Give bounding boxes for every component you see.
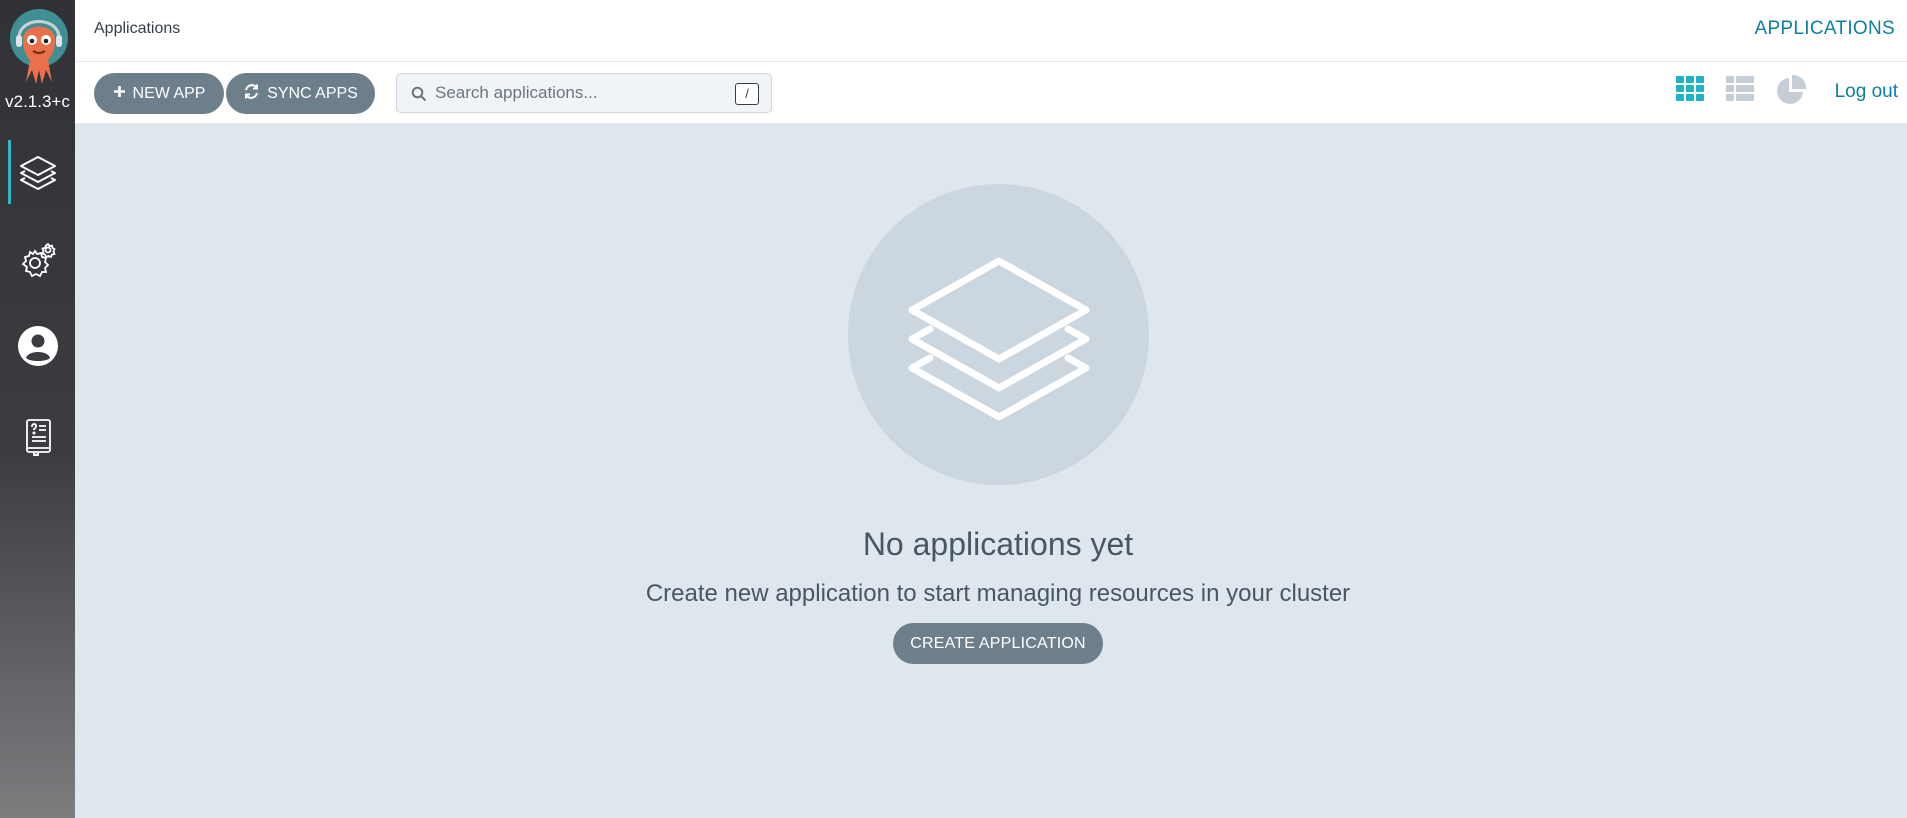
new-app-label: NEW APP	[132, 84, 206, 102]
new-app-button[interactable]: NEW APP	[94, 73, 224, 114]
empty-state-title: No applications yet	[862, 526, 1134, 562]
user-circle-icon	[17, 325, 59, 367]
page-title: APPLICATIONS	[1754, 18, 1895, 39]
tiles-view-icon[interactable]	[1675, 74, 1705, 109]
sync-apps-label: SYNC APPS	[267, 84, 358, 102]
empty-state-illustration	[848, 184, 1149, 485]
sync-icon	[243, 83, 260, 105]
layers-icon	[18, 152, 58, 192]
sync-apps-button[interactable]: SYNC APPS	[226, 73, 375, 114]
docs-book-icon	[23, 418, 53, 456]
argo-logo[interactable]	[8, 8, 70, 88]
gears-icon	[19, 241, 57, 279]
sidebar: v2.1.3+c	[0, 0, 75, 818]
sidebar-item-applications[interactable]	[0, 140, 75, 204]
summary-pie-icon[interactable]	[1775, 74, 1807, 111]
sidebar-item-user-info[interactable]	[0, 314, 75, 378]
search-shortcut-hint: /	[735, 83, 759, 105]
layers-icon	[904, 237, 1094, 432]
empty-state-subtitle: Create new application to start managing…	[645, 580, 1351, 607]
breadcrumb[interactable]: Applications	[94, 20, 180, 38]
create-application-button[interactable]: CREATE APPLICATION	[893, 623, 1103, 664]
search-icon	[411, 86, 427, 107]
top-bar: Applications APPLICATIONS	[75, 0, 1907, 62]
toolbar: NEW APP SYNC APPS /	[75, 62, 1907, 124]
list-view-icon[interactable]	[1725, 74, 1755, 109]
version-label: v2.1.3+c	[5, 92, 70, 111]
main-content: No applications yet Create new applicati…	[75, 124, 1907, 818]
sidebar-item-settings[interactable]	[0, 228, 75, 292]
search-input[interactable]	[435, 80, 735, 106]
logout-link[interactable]: Log out	[1835, 81, 1898, 103]
sidebar-item-documentation[interactable]	[0, 405, 75, 469]
search-box: /	[396, 73, 772, 113]
plus-icon	[113, 85, 126, 103]
